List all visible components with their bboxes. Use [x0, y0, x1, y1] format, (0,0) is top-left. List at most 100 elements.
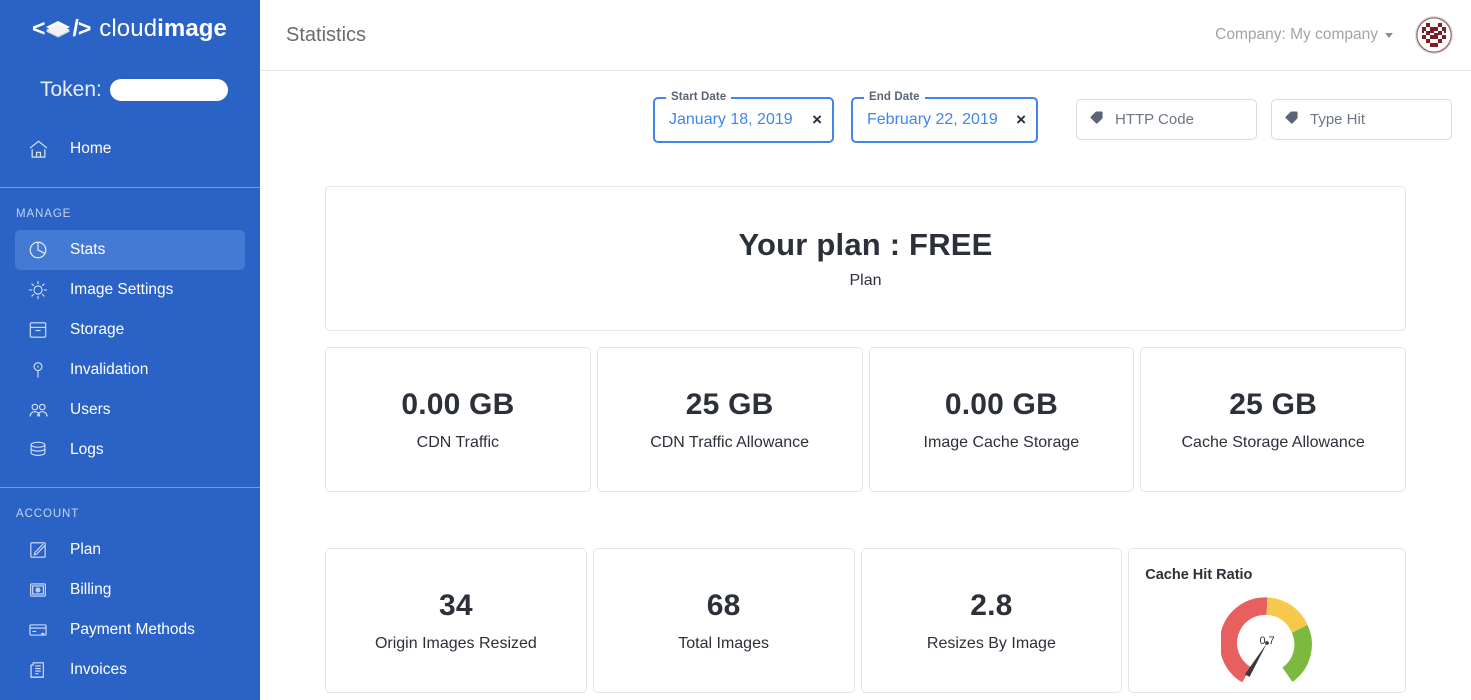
- stat-card-cache-storage-allowance: 25 GB Cache Storage Allowance: [1140, 347, 1406, 492]
- sidebar-item-users-label: Users: [70, 401, 111, 418]
- sidebar-item-billing-label: Billing: [70, 581, 112, 598]
- sidebar-item-plan[interactable]: Plan: [15, 530, 245, 570]
- content: Start Date January 18, 2019 × End Date F…: [260, 71, 1471, 700]
- end-date-label: End Date: [864, 91, 925, 103]
- box-icon: [24, 316, 52, 344]
- sidebar-section-title-account: ACCOUNT: [16, 508, 80, 520]
- http-code-placeholder: HTTP Code: [1115, 111, 1194, 128]
- logo-mark-icon: < />: [32, 15, 91, 41]
- key-icon: [24, 356, 52, 384]
- sidebar-item-users[interactable]: Users: [15, 390, 245, 430]
- sidebar-list-manage: Stats Image Settings Storage Invalidatio…: [0, 230, 260, 470]
- stat-label: Total Images: [678, 634, 769, 652]
- plan-card-title: Your plan : FREE: [738, 227, 993, 262]
- sidebar-item-invalidation[interactable]: Invalidation: [15, 350, 245, 390]
- start-date-clear-icon[interactable]: ×: [812, 111, 822, 130]
- sidebar-item-home-label: Home: [70, 140, 112, 157]
- logo[interactable]: < /> cloudimage: [0, 0, 260, 57]
- logo-image: image: [157, 14, 228, 42]
- company-label: Company:: [1215, 26, 1286, 43]
- stat-label: Cache Storage Allowance: [1181, 433, 1365, 451]
- logo-text: cloudimage: [99, 14, 228, 42]
- sidebar-section-title-manage: MANAGE: [16, 208, 72, 220]
- cache-hit-ratio-value: 0.7: [1259, 635, 1275, 647]
- home-icon: [24, 135, 52, 163]
- sidebar-item-invalidation-label: Invalidation: [70, 361, 149, 378]
- sidebar-item-invoices[interactable]: Invoices: [15, 650, 245, 690]
- end-date-clear-icon[interactable]: ×: [1016, 111, 1026, 130]
- sidebar-item-invoices-label: Invoices: [70, 661, 127, 678]
- stat-label: CDN Traffic: [416, 433, 500, 451]
- stat-card-cdn-traffic: 0.00 GB CDN Traffic: [325, 347, 591, 492]
- stat-value: 68: [706, 588, 741, 622]
- sidebar-item-billing[interactable]: Billing: [15, 570, 245, 610]
- sidebar-item-storage[interactable]: Storage: [15, 310, 245, 350]
- stats-row-2: 34 Origin Images Resized 68 Total Images…: [325, 548, 1406, 693]
- sidebar-item-stats-label: Stats: [70, 241, 106, 258]
- billing-icon: [24, 576, 52, 604]
- sidebar-list-account: Plan Billing Payment Methods Invoices: [0, 530, 260, 690]
- token-label: Token:: [40, 78, 102, 101]
- stat-label: Resizes By Image: [926, 634, 1056, 652]
- topbar: Statistics Company: My company: [260, 0, 1471, 71]
- chevron-down-icon: [1385, 32, 1393, 38]
- sidebar: < /> cloudimage Token: Home MANAGE Stats…: [0, 0, 260, 700]
- tag-icon-glyph: [1285, 111, 1298, 124]
- sidebar-item-image-settings-label: Image Settings: [70, 281, 174, 298]
- company-dropdown[interactable]: Company: My company: [1215, 26, 1393, 44]
- users-icon: [24, 396, 52, 424]
- company-value: My company: [1290, 26, 1378, 43]
- type-hit-field[interactable]: Type Hit: [1271, 99, 1452, 140]
- layers-icon: [46, 20, 71, 37]
- sidebar-item-logs-label: Logs: [70, 441, 104, 458]
- tag-icon-glyph: [1090, 111, 1103, 124]
- cache-hit-ratio-card: Cache Hit Ratio 0.7: [1128, 548, 1406, 693]
- cards-area: Your plan : FREE Plan 0.00 GB CDN Traffi…: [260, 186, 1471, 693]
- pie-chart-icon: [24, 236, 52, 264]
- stat-value: 34: [438, 588, 473, 622]
- credit-card-icon: [24, 616, 52, 644]
- filter-bar: Start Date January 18, 2019 × End Date F…: [260, 71, 1471, 143]
- stat-card-cdn-traffic-allowance: 25 GB CDN Traffic Allowance: [596, 347, 863, 492]
- sidebar-item-plan-label: Plan: [70, 541, 102, 558]
- gear-icon: [24, 276, 52, 304]
- plan-card: Your plan : FREE Plan: [325, 186, 1406, 331]
- token-value-field[interactable]: [109, 79, 228, 101]
- page-title: Statistics: [286, 23, 367, 46]
- stat-label: Image Cache Storage: [923, 433, 1080, 451]
- tag-icon: [1284, 110, 1299, 130]
- http-code-field[interactable]: HTTP Code: [1076, 99, 1257, 140]
- stat-value: 25 GB: [1229, 387, 1317, 421]
- stat-value: 0.00 GB: [401, 387, 515, 421]
- sidebar-item-payment-methods[interactable]: Payment Methods: [15, 610, 245, 650]
- cache-hit-ratio-title: Cache Hit Ratio: [1145, 567, 1253, 583]
- stat-value: 0.00 GB: [944, 387, 1058, 421]
- stat-label: CDN Traffic Allowance: [650, 433, 810, 451]
- stat-card-origin-images-resized: 34 Origin Images Resized: [325, 548, 587, 693]
- sidebar-item-home[interactable]: Home: [0, 125, 260, 173]
- type-hit-placeholder: Type Hit: [1310, 111, 1366, 128]
- sidebar-item-stats[interactable]: Stats: [15, 230, 245, 270]
- avatar[interactable]: [1415, 16, 1453, 54]
- sidebar-item-logs[interactable]: Logs: [15, 430, 245, 470]
- sidebar-item-image-settings[interactable]: Image Settings: [15, 270, 245, 310]
- gauge-chart: 0.7: [1219, 597, 1313, 692]
- main-area: Statistics Company: My company Start Dat…: [260, 0, 1471, 700]
- stat-card-resizes-by-image: 2.8 Resizes By Image: [860, 548, 1123, 693]
- stat-label: Origin Images Resized: [374, 634, 537, 652]
- token-row: Token:: [0, 57, 260, 109]
- logo-cloud: cloud: [99, 14, 158, 42]
- sidebar-item-storage-label: Storage: [70, 321, 125, 338]
- topbar-right: Company: My company: [1215, 16, 1453, 54]
- start-date-label: Start Date: [666, 91, 732, 103]
- database-icon: [24, 436, 52, 464]
- app-root: < /> cloudimage Token: Home MANAGE Stats…: [0, 0, 1471, 700]
- stat-value: 25 GB: [685, 387, 774, 421]
- stats-row-1: 0.00 GB CDN Traffic 25 GB CDN Traffic Al…: [325, 347, 1406, 492]
- start-date-value: January 18, 2019: [669, 111, 793, 128]
- edit-square-icon: [24, 536, 52, 564]
- end-date-field[interactable]: End Date February 22, 2019 ×: [851, 91, 1038, 143]
- sidebar-section-manage: MANAGE Stats Image Settings Storage Inva…: [0, 188, 260, 470]
- plan-card-subtitle: Plan: [849, 272, 882, 289]
- start-date-field[interactable]: Start Date January 18, 2019 ×: [653, 91, 834, 143]
